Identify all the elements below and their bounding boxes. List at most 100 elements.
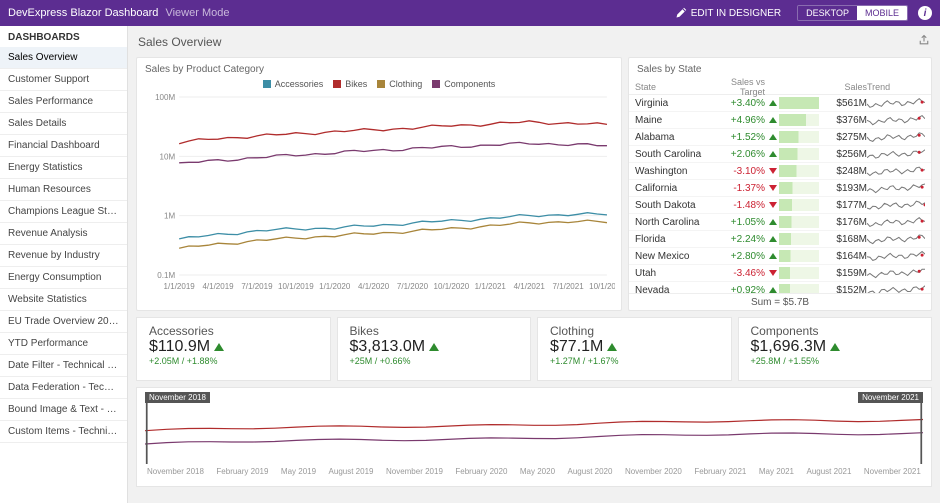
legend-item[interactable]: Bikes <box>333 79 367 89</box>
col-trend[interactable]: Trend <box>867 82 925 92</box>
export-button[interactable] <box>918 34 930 49</box>
svg-text:10M: 10M <box>160 152 176 161</box>
col-target[interactable]: Sales vs Target <box>705 77 765 97</box>
cell-sales-bar <box>779 182 819 194</box>
designer-icon <box>675 7 687 19</box>
sidebar-item[interactable]: Bound Image & Text - Technical Demo <box>0 399 127 421</box>
cell-trend-arrow <box>765 202 779 208</box>
range-start-label[interactable]: November 2018 <box>145 392 210 403</box>
cell-sales: $168M <box>819 234 867 245</box>
range-tick: February 2021 <box>694 467 746 476</box>
svg-text:4/1/2020: 4/1/2020 <box>358 282 390 291</box>
sidebar-item[interactable]: Revenue Analysis <box>0 223 127 245</box>
page-title: Sales Overview <box>138 35 221 49</box>
table-row[interactable]: Utah-3.46%$159M <box>629 265 931 282</box>
table-row[interactable]: Washington-3.10%$248M <box>629 163 931 180</box>
summary-cards: Accessories$110.9M+2.05M / +1.88%Bikes$3… <box>136 317 932 381</box>
cell-sales: $159M <box>819 268 867 279</box>
range-tick: May 2020 <box>520 467 555 476</box>
sidebar-item[interactable]: Sales Performance <box>0 91 127 113</box>
table-row[interactable]: Maine+4.96%$376M <box>629 112 931 129</box>
edit-in-designer-button[interactable]: EDIT IN DESIGNER <box>667 5 789 21</box>
cell-trend-arrow <box>765 117 779 123</box>
sidebar-item[interactable]: Website Statistics <box>0 289 127 311</box>
info-button[interactable]: i <box>918 6 932 20</box>
svg-text:10/1/2019: 10/1/2019 <box>278 282 314 291</box>
summary-card[interactable]: Accessories$110.9M+2.05M / +1.88% <box>136 317 331 381</box>
desktop-toggle[interactable]: DESKTOP <box>798 6 857 20</box>
table-row[interactable]: South Carolina+2.06%$256M <box>629 146 931 163</box>
sidebar-item[interactable]: Customer Support <box>0 69 127 91</box>
range-tick: November 2018 <box>147 467 204 476</box>
cell-sparkline <box>867 96 925 110</box>
card-title: Clothing <box>550 324 719 338</box>
range-chart[interactable] <box>145 392 923 464</box>
range-tick: February 2019 <box>216 467 268 476</box>
cell-target-pct: +1.52% <box>705 132 765 143</box>
up-arrow-icon <box>830 343 840 351</box>
cell-target-pct: +0.92% <box>705 285 765 294</box>
sidebar-item[interactable]: YTD Performance <box>0 333 127 355</box>
cell-sparkline <box>867 181 925 195</box>
sidebar-item[interactable]: Champions League Statistics <box>0 201 127 223</box>
up-arrow-icon <box>607 343 617 351</box>
dashboard-sidebar[interactable]: DASHBOARDS Sales OverviewCustomer Suppor… <box>0 26 128 503</box>
col-state[interactable]: State <box>635 82 705 92</box>
summary-card[interactable]: Clothing$77.1M+1.27M / +1.67% <box>537 317 732 381</box>
cell-sales: $376M <box>819 115 867 126</box>
legend-item[interactable]: Accessories <box>263 79 324 89</box>
app-title-text: DevExpress Blazor Dashboard <box>8 7 158 19</box>
sidebar-item[interactable]: Data Federation - Technical Demo <box>0 377 127 399</box>
sidebar-item[interactable]: EU Trade Overview 2015 <box>0 311 127 333</box>
table-row[interactable]: South Dakota-1.48%$177M <box>629 197 931 214</box>
sidebar-item[interactable]: Energy Statistics <box>0 157 127 179</box>
summary-card[interactable]: Bikes$3,813.0M+25M / +0.66% <box>337 317 532 381</box>
svg-text:4/1/2019: 4/1/2019 <box>202 282 234 291</box>
sidebar-item[interactable]: Custom Items - Technical Demo <box>0 421 127 443</box>
mobile-toggle[interactable]: MOBILE <box>857 6 907 20</box>
summary-card[interactable]: Components$1,696.3M+25.8M / +1.55% <box>738 317 933 381</box>
table-row[interactable]: Florida+2.24%$168M <box>629 231 931 248</box>
cell-trend-arrow <box>765 185 779 191</box>
cell-trend-arrow <box>765 287 779 293</box>
table-row[interactable]: North Carolina+1.05%$176M <box>629 214 931 231</box>
table-row[interactable]: California-1.37%$193M <box>629 180 931 197</box>
sidebar-item[interactable]: Financial Dashboard <box>0 135 127 157</box>
svg-text:10/1/2021: 10/1/2021 <box>589 282 615 291</box>
table-row[interactable]: Virginia+3.40%$561M <box>629 95 931 112</box>
cell-sales-bar <box>779 284 819 293</box>
legend-item[interactable]: Clothing <box>377 79 422 89</box>
sidebar-item[interactable]: Energy Consumption <box>0 267 127 289</box>
svg-text:100M: 100M <box>155 93 175 102</box>
table-row[interactable]: Nevada+0.92%$152M <box>629 282 931 293</box>
range-end-label[interactable]: November 2021 <box>858 392 923 403</box>
sidebar-item[interactable]: Sales Overview <box>0 47 127 69</box>
view-mode-toggle[interactable]: DESKTOP MOBILE <box>797 5 908 21</box>
range-tick: August 2019 <box>329 467 374 476</box>
chart-panel: Sales by Product Category AccessoriesBik… <box>136 57 622 311</box>
table-row[interactable]: Alabama+1.52%$275M <box>629 129 931 146</box>
range-tick: August 2020 <box>568 467 613 476</box>
card-title: Components <box>751 324 920 338</box>
svg-text:1/1/2019: 1/1/2019 <box>164 282 196 291</box>
col-sales[interactable]: Sales <box>819 82 867 92</box>
cell-target-pct: -1.37% <box>705 183 765 194</box>
card-value: $110.9M <box>149 338 318 356</box>
table-row[interactable]: New Mexico+2.80%$164M <box>629 248 931 265</box>
topbar: DevExpress Blazor Dashboard Viewer Mode … <box>0 0 940 26</box>
sidebar-item[interactable]: Sales Details <box>0 113 127 135</box>
cell-state: New Mexico <box>635 251 705 262</box>
sidebar-item[interactable]: Date Filter - Technical Demo <box>0 355 127 377</box>
sidebar-item[interactable]: Revenue by Industry <box>0 245 127 267</box>
svg-text:4/1/2021: 4/1/2021 <box>514 282 546 291</box>
legend-item[interactable]: Components <box>432 79 495 89</box>
line-chart[interactable]: 0.1M1M10M100M1/1/20194/1/20197/1/201910/… <box>143 93 615 293</box>
cell-state: Florida <box>635 234 705 245</box>
sidebar-item[interactable]: Human Resources <box>0 179 127 201</box>
export-icon <box>918 34 930 46</box>
app-mode-text: Viewer Mode <box>165 7 229 19</box>
range-tick: February 2020 <box>455 467 507 476</box>
cell-sparkline <box>867 215 925 229</box>
range-selector[interactable]: November 2018 November 2021 November 201… <box>136 387 932 487</box>
up-arrow-icon <box>429 343 439 351</box>
